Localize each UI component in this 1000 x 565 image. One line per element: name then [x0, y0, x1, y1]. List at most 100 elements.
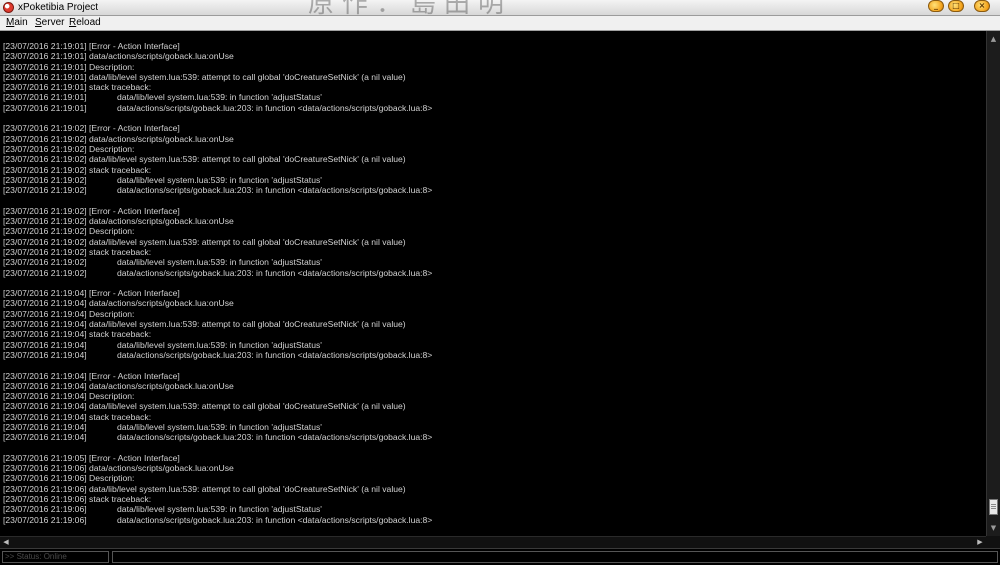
minimize-button[interactable]: _	[928, 0, 944, 12]
log-message: data/lib/level system.lua:539: attempt t…	[89, 154, 406, 165]
log-timestamp: [23/07/2016 21:19:04]	[3, 380, 87, 391]
log-line: [23/07/2016 21:19:02] data/lib/level sys…	[3, 257, 406, 267]
scroll-up-icon[interactable]: ▲	[987, 33, 1000, 45]
vertical-scrollbar[interactable]: ▲ ▼	[986, 31, 1000, 536]
log-timestamp: [23/07/2016 21:19:05]	[3, 452, 87, 463]
scroll-down-icon[interactable]: ▼	[987, 522, 1000, 534]
maximize-button[interactable]: □	[948, 0, 964, 12]
title-bar[interactable]: xPoketibia Project 原作：島田明 _ □ ×	[0, 0, 1000, 19]
log-line: [23/07/2016 21:19:01] data/actions/scrip…	[3, 102, 432, 113]
log-separator	[87, 515, 89, 525]
log-line: [23/07/2016 21:19:02] data/lib/level sys…	[3, 154, 406, 164]
log-message: data/actions/scripts/goback.lua:onUse	[89, 51, 234, 62]
log-line: [23/07/2016 21:19:02] Description:	[3, 144, 406, 154]
log-line: [23/07/2016 21:19:06] data/actions/scrip…	[3, 515, 432, 525]
vertical-scroll-thumb[interactable]	[989, 499, 998, 515]
log-separator	[87, 257, 89, 267]
app-icon[interactable]	[3, 2, 14, 13]
log-message: data/lib/level system.lua:539: in functi…	[117, 257, 322, 268]
scrollbar-corner	[986, 536, 1000, 548]
log-message: [Error - Action Interface]	[89, 123, 180, 134]
log-separator	[87, 185, 89, 195]
log-line: [23/07/2016 21:19:01] data/lib/level sys…	[3, 72, 406, 82]
log-message: stack traceback:	[89, 329, 152, 340]
log-line: [23/07/2016 21:19:04] Description:	[3, 309, 406, 319]
close-button[interactable]: ×	[974, 0, 990, 12]
log-message: data/actions/scripts/goback.lua:203: in …	[117, 349, 433, 360]
log-line: [23/07/2016 21:19:04] data/lib/level sys…	[3, 340, 406, 350]
horizontal-scrollbar[interactable]: ◀ ▶	[0, 536, 986, 548]
menu-server-label: erver	[41, 17, 65, 28]
log-line: [23/07/2016 21:19:04] [Error - Action In…	[3, 288, 406, 298]
log-separator	[87, 92, 89, 102]
log-separator	[87, 432, 89, 442]
scroll-right-icon[interactable]: ▶	[974, 537, 986, 548]
log-message: Description:	[89, 143, 135, 154]
menu-reload-label: eload	[76, 17, 101, 28]
log-message: [Error - Action Interface]	[89, 452, 180, 463]
menu-main[interactable]: Main	[4, 16, 30, 30]
log-timestamp: [23/07/2016 21:19:01]	[3, 41, 87, 51]
log-line: [23/07/2016 21:19:02] stack traceback:	[3, 247, 406, 257]
log-timestamp: [23/07/2016 21:19:04]	[3, 339, 87, 350]
log-message: data/lib/level system.lua:539: in functi…	[117, 421, 322, 432]
log-line: [23/07/2016 21:19:04] [Error - Action In…	[3, 371, 406, 381]
log-timestamp: [23/07/2016 21:19:02]	[3, 267, 87, 278]
log-message: data/lib/level system.lua:539: attempt t…	[89, 401, 406, 412]
log-timestamp: [23/07/2016 21:19:06]	[3, 483, 87, 494]
log-timestamp: [23/07/2016 21:19:02]	[3, 154, 87, 165]
minimize-icon: _	[934, 1, 938, 10]
log-timestamp: [23/07/2016 21:19:04]	[3, 349, 87, 360]
log-line: [23/07/2016 21:19:06] data/lib/level sys…	[3, 504, 406, 514]
log-message: stack traceback:	[89, 164, 152, 175]
log-timestamp: [23/07/2016 21:19:02]	[3, 257, 87, 268]
log-line: [23/07/2016 21:19:04] data/lib/level sys…	[3, 422, 406, 432]
log-timestamp: [23/07/2016 21:19:01]	[3, 82, 87, 93]
console-output[interactable]: [23/07/2016 21:19:01] [Error - Action In…	[0, 31, 986, 536]
log-line: [23/07/2016 21:19:04] data/actions/scrip…	[3, 298, 406, 308]
log-message: Description:	[89, 473, 135, 484]
log-timestamp: [23/07/2016 21:19:06]	[3, 473, 87, 484]
command-input[interactable]	[112, 551, 998, 563]
log-message: stack traceback:	[89, 494, 152, 505]
log-timestamp: [23/07/2016 21:19:02]	[3, 216, 87, 227]
log-timestamp: [23/07/2016 21:19:04]	[3, 391, 87, 402]
log-message: data/lib/level system.lua:539: in functi…	[117, 339, 322, 350]
log-message: data/lib/level system.lua:539: in functi…	[117, 174, 322, 185]
window-title: xPoketibia Project	[18, 2, 99, 13]
menu-reload[interactable]: Reload	[67, 16, 103, 30]
maximize-icon: □	[952, 1, 960, 10]
log-message: data/actions/scripts/goback.lua:203: in …	[117, 185, 433, 196]
log-line: [23/07/2016 21:19:02] data/actions/scrip…	[3, 185, 432, 195]
log-separator	[87, 268, 89, 278]
app-window: xPoketibia Project 原作：島田明 _ □ × Main Ser…	[0, 0, 1000, 565]
log-message: Description:	[89, 61, 135, 72]
log-line: [23/07/2016 21:19:04] data/actions/scrip…	[3, 349, 432, 360]
log-timestamp: [23/07/2016 21:19:04]	[3, 370, 87, 381]
log-timestamp: [23/07/2016 21:19:02]	[3, 205, 87, 216]
log-line: [23/07/2016 21:19:02] [Error - Action In…	[3, 206, 406, 216]
log-message: data/actions/scripts/goback.lua:203: in …	[117, 102, 433, 113]
log-separator	[87, 103, 89, 113]
log-message: Description:	[89, 308, 135, 319]
scroll-left-icon[interactable]: ◀	[0, 537, 12, 548]
menu-server[interactable]: Server	[33, 16, 66, 30]
log-separator	[87, 350, 89, 360]
log-timestamp: [23/07/2016 21:19:04]	[3, 401, 87, 412]
log-timestamp: [23/07/2016 21:19:01]	[3, 92, 87, 103]
log-message: data/lib/level system.lua:539: attempt t…	[89, 71, 406, 82]
watermark-text: 原作：島田明	[308, 0, 513, 19]
log-line: [23/07/2016 21:19:04] stack traceback:	[3, 412, 406, 422]
log-line: [23/07/2016 21:19:06] data/lib/level sys…	[3, 484, 406, 494]
close-icon: ×	[978, 1, 986, 10]
log-timestamp: [23/07/2016 21:19:01]	[3, 61, 87, 72]
log-message: data/actions/scripts/goback.lua:203: in …	[117, 514, 433, 525]
log-timestamp: [23/07/2016 21:19:01]	[3, 102, 87, 113]
log-timestamp: [23/07/2016 21:19:06]	[3, 463, 87, 474]
log-message: stack traceback:	[89, 82, 152, 93]
log-timestamp: [23/07/2016 21:19:02]	[3, 226, 87, 237]
log-message: data/actions/scripts/goback.lua:203: in …	[117, 267, 433, 278]
